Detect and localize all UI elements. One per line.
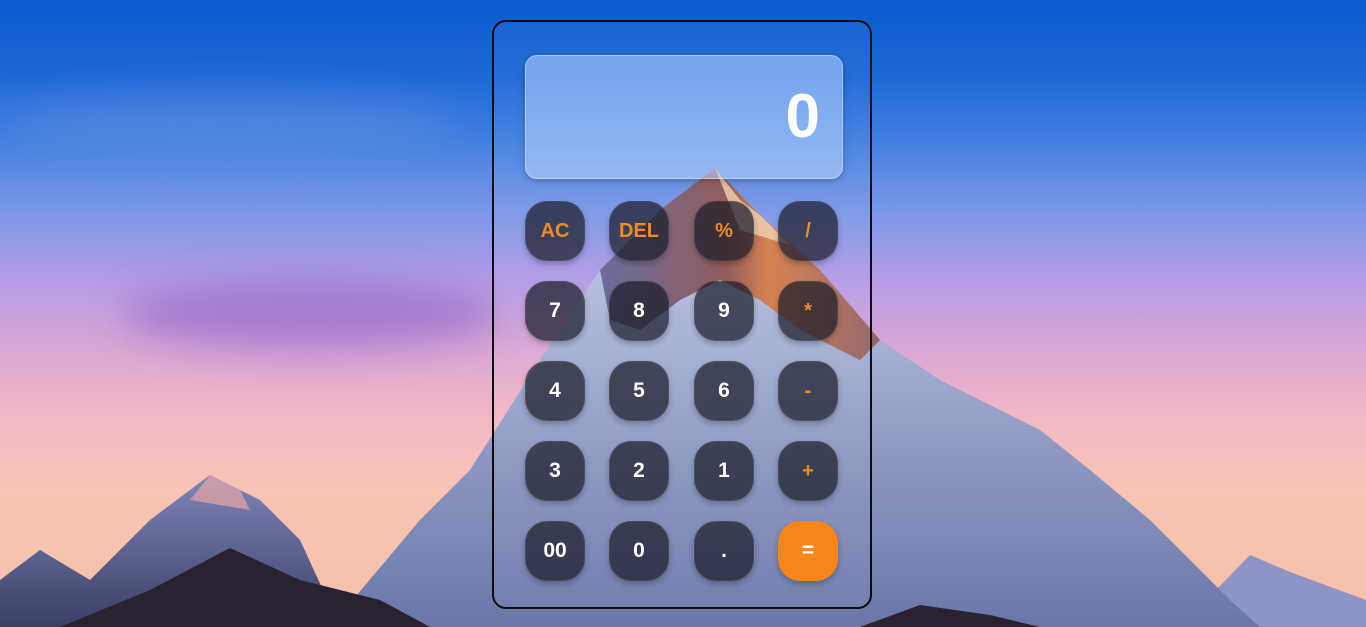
digit-7-button[interactable]: 7 xyxy=(525,281,585,341)
digit-9-button[interactable]: 9 xyxy=(694,281,754,341)
display-value: 0 xyxy=(785,82,820,151)
add-button[interactable]: + xyxy=(778,441,838,501)
decimal-point-button[interactable]: . xyxy=(694,521,754,581)
percent-button[interactable]: % xyxy=(694,201,754,261)
digit-0-button[interactable]: 0 xyxy=(609,521,669,581)
clear-all-button[interactable]: AC xyxy=(525,201,585,261)
digit-5-button[interactable]: 5 xyxy=(609,361,669,421)
multiply-button[interactable]: * xyxy=(778,281,838,341)
equals-button[interactable]: = xyxy=(778,521,838,581)
digit-4-button[interactable]: 4 xyxy=(525,361,585,421)
calculator: 0 AC DEL%/7 8 9 * 4 5 6-3 2 1 +00 0. = xyxy=(492,20,872,609)
subtract-button[interactable]: - xyxy=(778,361,838,421)
digit-8-button[interactable]: 8 xyxy=(609,281,669,341)
digit-2-button[interactable]: 2 xyxy=(609,441,669,501)
digit-3-button[interactable]: 3 xyxy=(525,441,585,501)
delete-button[interactable]: DEL xyxy=(609,201,669,261)
digit-1-button[interactable]: 1 xyxy=(694,441,754,501)
divide-button[interactable]: / xyxy=(778,201,838,261)
calculator-display: 0 xyxy=(525,55,843,179)
double-zero-button[interactable]: 00 xyxy=(525,521,585,581)
digit-6-button[interactable]: 6 xyxy=(694,361,754,421)
